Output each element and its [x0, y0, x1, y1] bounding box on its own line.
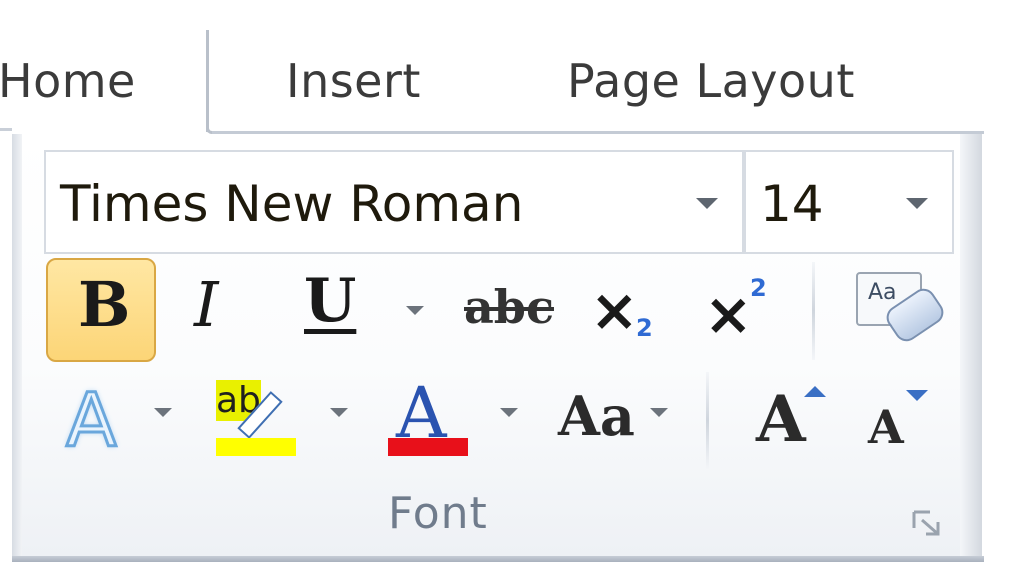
superscript-icon: ×: [704, 280, 753, 348]
highlight-button[interactable]: ab: [210, 378, 310, 462]
subscript-button[interactable]: × 2: [580, 262, 670, 362]
panel-right-edge: [960, 134, 982, 558]
ribbon-tab-strip: Home Insert Page Layout: [0, 0, 1024, 135]
active-tab-border: [206, 30, 209, 132]
change-case-button[interactable]: Aa: [556, 380, 642, 460]
group-label-font: Font: [388, 488, 488, 539]
separator: [706, 372, 709, 470]
text-effects-button[interactable]: A: [58, 376, 138, 466]
font-color-bar: [388, 438, 468, 456]
font-color-button[interactable]: A: [384, 372, 474, 462]
tab-divider-line: [0, 128, 12, 131]
font-size-combobox[interactable]: 14: [744, 150, 954, 254]
shrink-font-button[interactable]: A: [866, 380, 946, 462]
grow-font-button[interactable]: A: [752, 380, 832, 462]
tab-page-layout[interactable]: Page Layout: [567, 46, 855, 116]
change-case-dropdown-arrow[interactable]: [650, 408, 668, 417]
underline-button[interactable]: U: [290, 260, 380, 360]
chevron-down-icon[interactable]: [906, 198, 928, 209]
superscript-button[interactable]: × 2: [696, 262, 786, 362]
dialog-launcher-icon[interactable]: [910, 508, 946, 538]
italic-button[interactable]: I: [176, 260, 256, 360]
bold-button[interactable]: B: [46, 258, 156, 362]
tab-home[interactable]: Home: [0, 46, 136, 116]
font-size-value: 14: [760, 175, 824, 233]
underline-dropdown-arrow[interactable]: [406, 306, 424, 315]
shrink-font-icon: A: [868, 400, 904, 454]
bold-icon: B: [78, 268, 131, 341]
superscript-number: 2: [750, 274, 767, 302]
tab-insert[interactable]: Insert: [286, 46, 421, 116]
grow-font-icon: A: [756, 382, 806, 457]
clear-formatting-glyph: Aa: [868, 280, 897, 305]
text-effects-dropdown-arrow[interactable]: [154, 408, 172, 417]
italic-icon: I: [194, 268, 219, 341]
panel-left-edge: [12, 134, 22, 558]
strikethrough-button[interactable]: abc: [458, 262, 558, 362]
font-family-combobox[interactable]: Times New Roman: [44, 150, 744, 254]
arrow-up-icon: [804, 386, 826, 397]
text-effects-icon: A: [65, 377, 119, 466]
arrow-down-icon: [906, 390, 928, 401]
chevron-down-icon[interactable]: [696, 198, 718, 209]
subscript-icon: ×: [590, 276, 639, 344]
font-color-dropdown-arrow[interactable]: [500, 408, 518, 417]
highlight-dropdown-arrow[interactable]: [330, 408, 348, 417]
panel-bottom-edge: [12, 556, 984, 562]
highlight-color-bar: [216, 438, 296, 456]
change-case-icon: Aa: [558, 384, 635, 448]
underline-icon: U: [304, 266, 357, 336]
subscript-number: 2: [636, 314, 653, 342]
strikethrough-icon: abc: [464, 280, 554, 334]
font-family-value: Times New Roman: [60, 175, 524, 233]
separator: [812, 262, 815, 360]
clear-formatting-button[interactable]: Aa: [848, 266, 949, 356]
